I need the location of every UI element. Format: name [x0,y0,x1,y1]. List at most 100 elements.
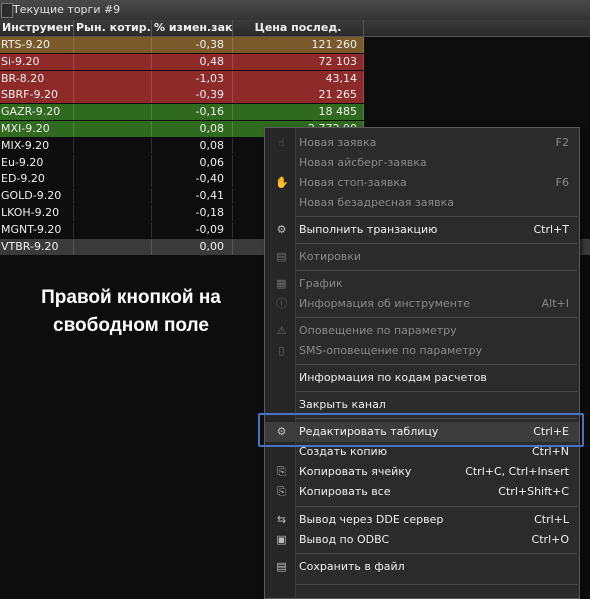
menu-item-12[interactable]: Закрыть канал [265,395,579,415]
menu-item-label: Выполнить транзакцию [299,223,438,236]
cell-market-quote [74,53,152,70]
save-icon: ▤ [276,560,287,573]
menu-item-label: Вывод через DDE сервер [299,513,444,526]
menu-item-label: Сохранить в файл [299,560,405,573]
cell-change: -0,09 [152,221,233,238]
cell-market-quote [74,221,152,238]
menu-separator [296,317,577,318]
cell-instrument: MIX-9.20 [0,137,74,154]
menu-item-shortcut: Ctrl+T [533,223,569,236]
table-row[interactable]: BR-8.20 -1,03 43,14 [0,70,590,87]
menu-item-shortcut: Ctrl+O [531,533,569,546]
cell-instrument: MGNT-9.20 [0,221,74,238]
transaction-icon: ⚙ [276,223,287,236]
menu-item-label: Копировать ячейку [299,465,412,478]
menu-item-4[interactable]: Новая безадресная заявка [265,193,579,213]
cell-change: 0,08 [152,137,233,154]
table-row[interactable]: Si-9.20 0,48 72 103 [0,53,590,70]
menu-separator [296,364,577,365]
cell-instrument: BR-8.20 [0,70,74,87]
menu-item-label: Информация по кодам расчетов [299,371,487,384]
menu-item-8[interactable]: ⓘ Информация об инструменте Alt+I [265,294,579,314]
menu-item-label: Новая стоп-заявка [299,176,407,189]
menu-item-1[interactable]: ☝ Новая заявка F2 [265,133,579,153]
copy-all-icon: ⎘ [277,485,286,498]
annotation-caption: Правой кнопкой на свободном поле [0,284,262,340]
column-header-instrument[interactable]: Инструмент сокр. [0,20,74,36]
menu-item-9[interactable]: ⚠ Оповещение по параметру [265,321,579,341]
odbc-icon: ▣ [276,533,287,546]
window-titlebar: Текущие торги #9 [0,0,590,21]
column-header-change[interactable]: % измен.закр. [152,20,233,36]
cell-instrument: GAZR-9.20 [0,104,74,121]
menu-item-15[interactable]: ⎘ Копировать ячейку Ctrl+C, Ctrl+Insert [265,462,579,482]
menu-item-label: График [299,277,343,290]
hand-icon: ☝ [278,136,285,149]
cell-instrument: SBRF-9.20 [0,87,74,104]
menu-item-17[interactable]: ⇆ Вывод через DDE сервер Ctrl+L [265,510,579,530]
dde-icon: ⇆ [276,513,287,526]
cell-market-quote [74,154,152,171]
cell-instrument: GOLD-9.20 [0,188,74,205]
menu-separator [296,506,577,507]
window-title: Текущие торги #9 [13,3,121,16]
copy-cell-icon: ⎘ [277,465,286,478]
caption-line-1: Правой кнопкой на [41,287,221,308]
menu-item-shortcut: F2 [555,136,569,149]
cell-instrument: RTS-9.20 [0,37,74,53]
cell-market-quote [74,70,152,87]
menu-item-shortcut: Ctrl+L [534,513,569,526]
sms-icon: ▯ [278,344,285,357]
menu-item-shortcut: Alt+I [541,297,569,310]
menu-item-19[interactable]: ▤ Сохранить в файл [265,557,579,577]
menu-item-label: Новая айсберг-заявка [299,156,427,169]
menu-item-label: Закрыть канал [299,398,386,411]
menu-item-label: Новая безадресная заявка [299,196,455,209]
cell-last-price: 72 103 [233,53,364,70]
cell-change: -0,16 [152,104,233,121]
menu-item-11[interactable]: Информация по кодам расчетов [265,368,579,388]
alert-icon: ⚠ [276,324,287,337]
menu-item-2[interactable]: Новая айсберг-заявка [265,153,579,173]
cell-market-quote [74,37,152,53]
table-row[interactable]: GAZR-9.20 -0,16 18 485 [0,104,590,121]
highlight-frame [258,413,584,447]
cell-last-price: 21 265 [233,87,364,104]
stop-hand-icon: ✋ [275,176,289,189]
cell-change: -0,38 [152,37,233,53]
cell-instrument: Si-9.20 [0,53,74,70]
table-row[interactable]: SBRF-9.20 -0,39 21 265 [0,87,590,104]
chart-icon: ▦ [276,277,287,290]
cell-change: 0,00 [152,238,233,255]
cell-change: -1,03 [152,70,233,87]
menu-item-10[interactable]: ▯ SMS-оповещение по параметру [265,341,579,361]
menu-item-16[interactable]: ⎘ Копировать все Ctrl+Shift+C [265,482,579,502]
table-header: Инструмент сокр. Рын. котир. % измен.зак… [0,20,590,37]
menu-item-label: Копировать все [299,485,391,498]
cell-market-quote [74,171,152,188]
menu-item-7[interactable]: ▦ График [265,274,579,294]
menu-item-5[interactable]: ⚙ Выполнить транзакцию Ctrl+T [265,220,579,240]
column-header-market-quote[interactable]: Рын. котир. [74,20,152,36]
column-header-last-price[interactable]: Цена послед. [233,20,364,36]
menu-item-6[interactable]: ▤ Котировки [265,247,579,267]
menu-item-3[interactable]: ✋ Новая стоп-заявка F6 [265,173,579,193]
cell-market-quote [74,137,152,154]
info-icon: ⓘ [276,297,287,310]
menu-separator [296,270,577,271]
cell-change: -0,40 [152,171,233,188]
cell-change: 0,48 [152,53,233,70]
cell-market-quote [74,188,152,205]
menu-separator [296,391,577,392]
cell-instrument: Eu-9.20 [0,154,74,171]
menu-item-shortcut: F6 [555,176,569,189]
menu-item-label: Оповещение по параметру [299,324,457,337]
cell-last-price: 18 485 [233,104,364,121]
table-row[interactable]: RTS-9.20 -0,38 121 260 [0,37,590,53]
menu-item-shortcut: Ctrl+Shift+C [498,485,569,498]
cell-last-price: 121 260 [233,37,364,53]
menu-item-18[interactable]: ▣ Вывод по ODBC Ctrl+O [265,530,579,550]
cell-instrument: MXI-9.20 [0,121,74,137]
context-menu: ☝ Новая заявка F2 Новая айсберг-заявка ✋ Нова… [264,127,580,599]
menu-separator [296,553,577,554]
